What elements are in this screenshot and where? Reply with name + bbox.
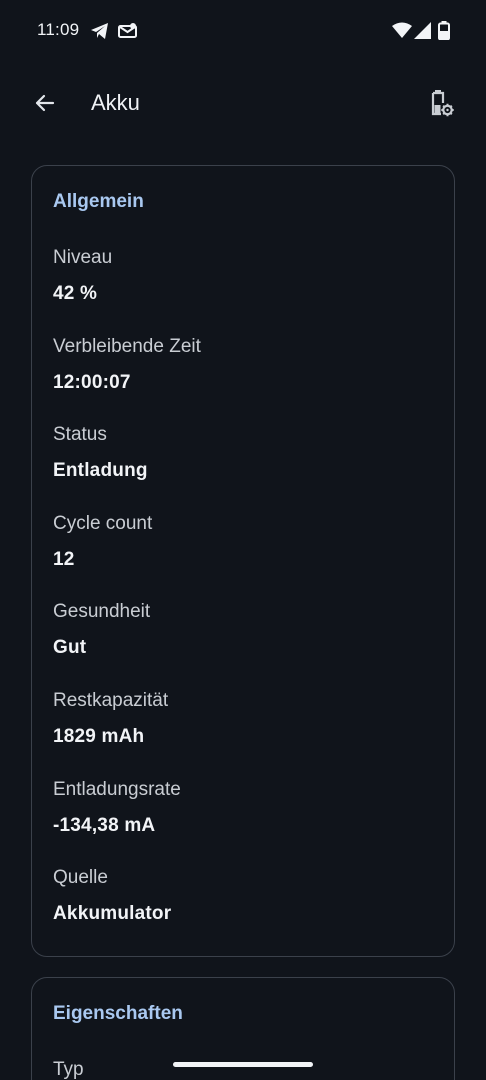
item-remaining-capacity: Restkapazität 1829 mAh <box>53 690 168 748</box>
item-source: Quelle Akkumulator <box>53 867 171 925</box>
item-label: Niveau <box>53 247 113 268</box>
item-label: Typ <box>53 1059 84 1080</box>
item-label: Gesundheit <box>53 601 151 622</box>
status-bar: 11:09 <box>0 0 486 62</box>
properties-card-title: Eigenschaften <box>53 1003 183 1024</box>
battery-settings-icon <box>431 90 454 117</box>
item-value: Akkumulator <box>53 903 172 924</box>
item-remaining-time: Verbleibende Zeit 12:00:07 <box>53 336 201 394</box>
back-button[interactable] <box>28 86 62 120</box>
wifi-icon <box>392 22 412 44</box>
item-label: Cycle count <box>53 513 153 534</box>
battery-icon <box>438 21 450 45</box>
item-value: 12:00:07 <box>53 372 131 393</box>
item-label: Restkapazität <box>53 690 169 711</box>
item-status: Status Entladung <box>53 424 148 482</box>
screen: 11:09 Akku Allgemein Niveau 42 % Verblei… <box>0 0 486 1080</box>
item-niveau: Niveau 42 % <box>53 247 112 305</box>
item-label: Quelle <box>53 867 108 888</box>
item-value: 1829 mAh <box>53 726 145 747</box>
general-card: Allgemein Niveau 42 % Verbleibende Zeit … <box>31 165 455 957</box>
item-value: Gut <box>53 637 87 658</box>
notification-icon <box>118 22 138 45</box>
item-label: Verbleibende Zeit <box>53 336 201 357</box>
general-card-title: Allgemein <box>53 191 144 212</box>
item-value: Entladung <box>53 460 148 481</box>
item-value: -134,38 mA <box>53 815 156 836</box>
app-bar: Akku <box>0 72 486 134</box>
status-time: 11:09 <box>37 20 80 39</box>
item-value: 12 <box>53 549 75 570</box>
telegram-icon <box>90 22 110 45</box>
battery-settings-button[interactable] <box>424 86 458 120</box>
item-label: Entladungsrate <box>53 779 181 800</box>
signal-icon <box>414 22 432 44</box>
item-cycle-count: Cycle count 12 <box>53 513 152 571</box>
item-value: 42 % <box>53 283 98 304</box>
item-health: Gesundheit Gut <box>53 601 150 659</box>
item-discharge-rate: Entladungsrate -134,38 mA <box>53 779 181 837</box>
item-label: Status <box>53 424 107 445</box>
home-indicator[interactable] <box>173 1062 313 1067</box>
item-type: Typ <box>53 1059 84 1080</box>
page-title: Akku <box>91 90 140 115</box>
arrow-left-icon <box>35 94 55 112</box>
